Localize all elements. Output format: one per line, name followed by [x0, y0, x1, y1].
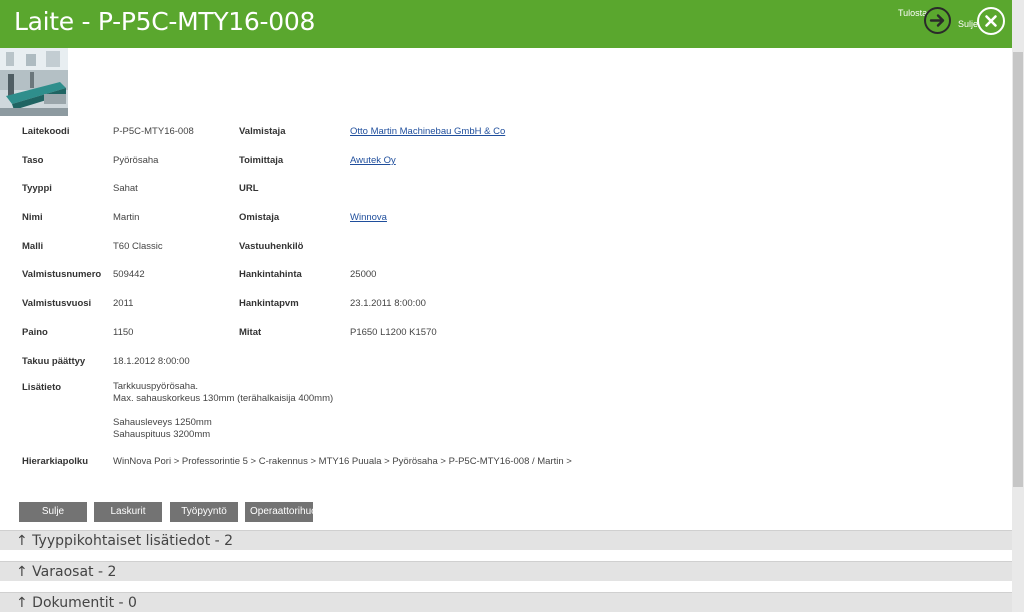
section-documents[interactable]: ↑ Dokumentit - 0 — [0, 592, 1012, 612]
label-valmistusvuosi: Valmistusvuosi — [22, 298, 92, 309]
value-valmistusnumero: 509442 — [113, 269, 145, 280]
label-laitekoodi: Laitekoodi — [22, 126, 70, 137]
print-action[interactable]: Tulosta — [896, 0, 954, 48]
section-type-specific-info[interactable]: ↑ Tyyppikohtaiset lisätiedot - 2 — [0, 530, 1012, 550]
label-nimi: Nimi — [22, 212, 43, 223]
supplier-link[interactable]: Awutek Oy — [350, 155, 396, 166]
close-label: Sulje — [958, 19, 979, 29]
section-spare-parts[interactable]: ↑ Varaosat - 2 — [0, 561, 1012, 581]
value-mitat: P1650 L1200 K1570 — [350, 327, 437, 338]
label-taso: Taso — [22, 155, 44, 166]
scrollbar[interactable] — [1012, 0, 1024, 612]
value-valmistusvuosi: 2011 — [113, 298, 134, 309]
section-title: ↑ Dokumentit - 0 — [16, 595, 137, 611]
hierarchy-path: WinNova Pori > Professorintie 5 > C-rake… — [113, 456, 572, 467]
counters-button[interactable]: Laskurit — [94, 502, 162, 522]
work-request-button[interactable]: Työpyyntö — [170, 502, 238, 522]
title-bar: Laite - P-P5C-MTY16-008 Tulosta Sulje — [0, 0, 1012, 48]
value-malli: T60 Classic — [113, 241, 163, 252]
arrow-right-icon[interactable] — [924, 7, 951, 34]
close-action[interactable]: Sulje — [956, 0, 1012, 48]
label-hankintahinta: Hankintahinta — [239, 269, 302, 280]
label-url: URL — [239, 183, 259, 194]
value-paino: 1150 — [113, 327, 134, 338]
close-icon[interactable] — [977, 7, 1005, 35]
label-toimittaja: Toimittaja — [239, 155, 284, 166]
label-malli: Malli — [22, 241, 44, 252]
label-hierarkiapolku: Hierarkiapolku — [22, 456, 88, 467]
label-takuu-paattyy: Takuu päättyy — [22, 356, 86, 367]
label-paino: Paino — [22, 327, 48, 338]
operator-maintenance-button[interactable]: Operaattorihuolto — [245, 502, 313, 522]
manufacturer-link[interactable]: Otto Martin Machinebau GmbH & Co — [350, 126, 505, 137]
value-laitekoodi: P-P5C-MTY16-008 — [113, 126, 194, 137]
value-lisatieto: Tarkkuuspyörösaha. Max. sahauskorkeus 13… — [113, 381, 334, 440]
value-taso: Pyörösaha — [113, 155, 159, 166]
section-title: ↑ Varaosat - 2 — [16, 564, 117, 580]
label-valmistusnumero: Valmistusnumero — [22, 269, 102, 280]
value-nimi: Martin — [113, 212, 140, 223]
device-photo — [0, 48, 68, 116]
label-lisatieto: Lisätieto — [22, 382, 62, 393]
label-omistaja: Omistaja — [239, 212, 280, 223]
print-label: Tulosta — [898, 8, 928, 18]
label-hankintapvm: Hankintapvm — [239, 298, 299, 309]
value-hankintahinta: 25000 — [350, 269, 377, 280]
label-valmistaja: Valmistaja — [239, 126, 286, 137]
value-hankintapvm: 23.1.2011 8:00:00 — [350, 298, 426, 309]
value-takuu-paattyy: 18.1.2012 8:00:00 — [113, 356, 190, 367]
value-tyyppi: Sahat — [113, 183, 138, 194]
page-title: Laite - P-P5C-MTY16-008 — [14, 7, 316, 36]
owner-link[interactable]: Winnova — [350, 212, 387, 223]
close-button[interactable]: Sulje — [19, 502, 87, 522]
section-title: ↑ Tyyppikohtaiset lisätiedot - 2 — [16, 533, 234, 549]
label-mitat: Mitat — [239, 327, 262, 338]
scrollbar-thumb[interactable] — [1013, 52, 1023, 487]
label-tyyppi: Tyyppi — [22, 183, 52, 194]
label-vastuuhenkilo: Vastuuhenkilö — [239, 241, 304, 252]
